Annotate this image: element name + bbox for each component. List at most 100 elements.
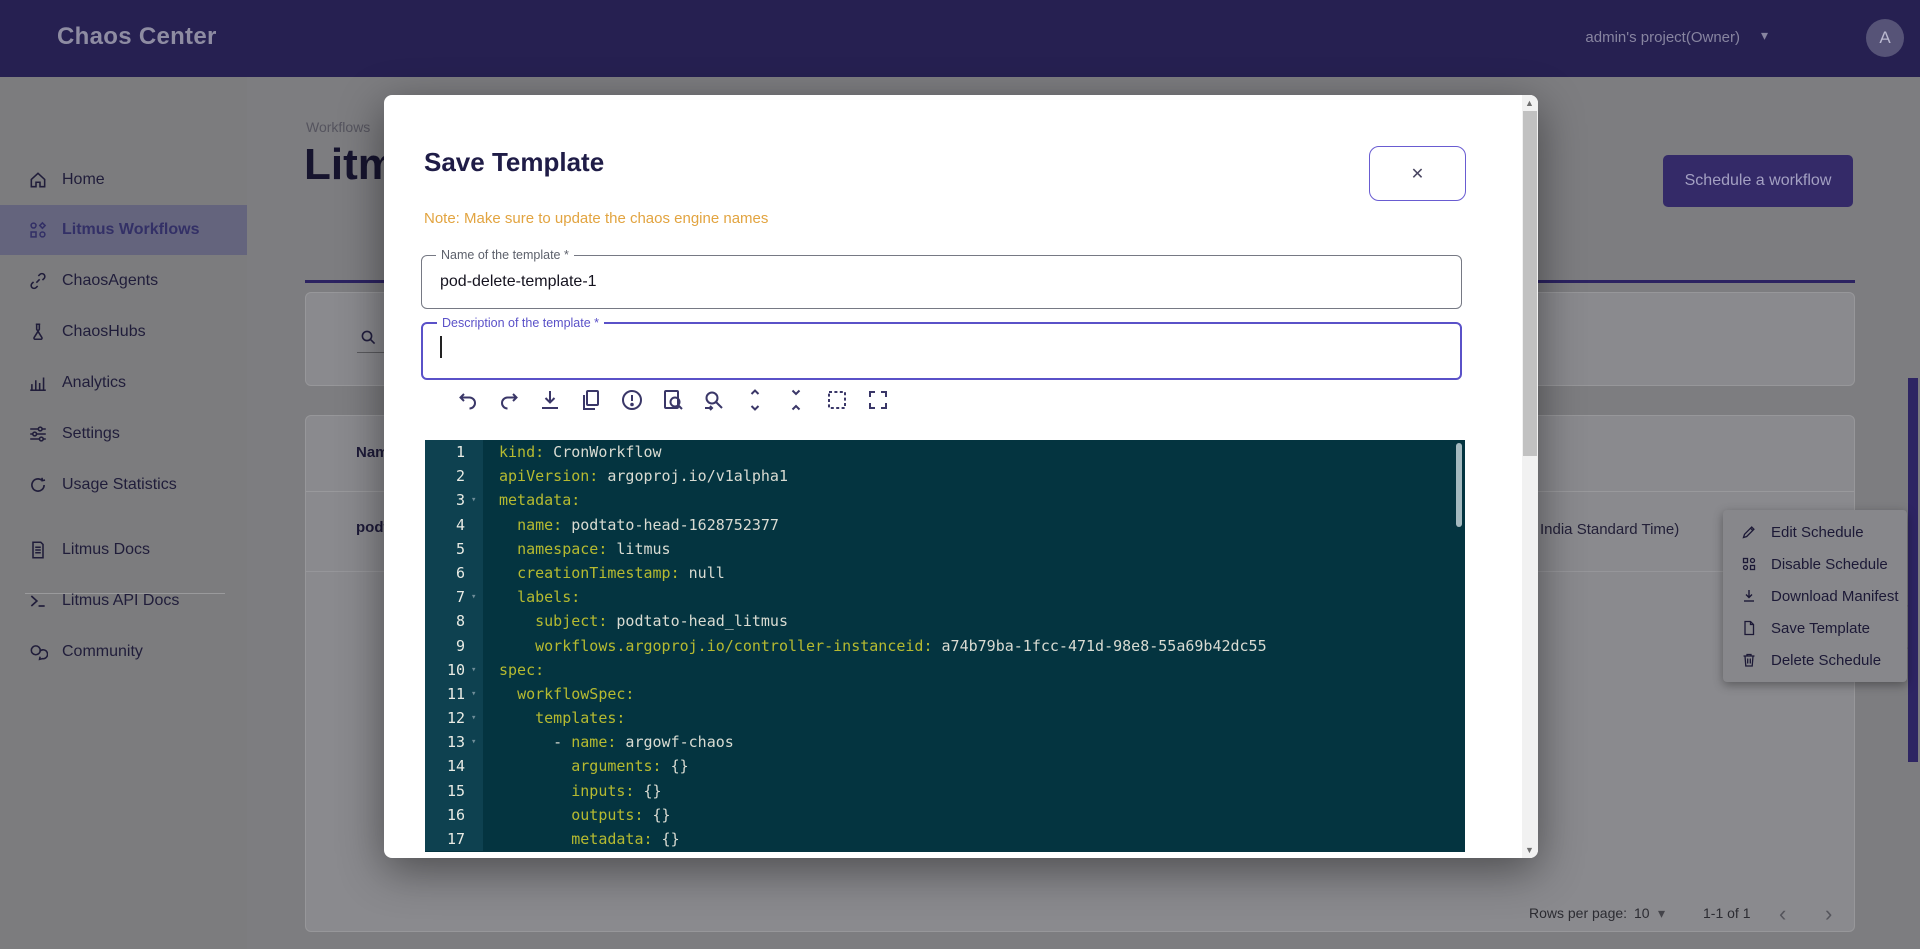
download-icon[interactable] — [538, 388, 562, 412]
avatar[interactable]: A — [1866, 19, 1904, 57]
find-icon[interactable] — [661, 388, 685, 412]
fold-caret-icon[interactable]: ▾ — [471, 706, 483, 730]
chevron-down-icon[interactable]: ▾ — [1761, 27, 1768, 44]
fullscreen-icon[interactable] — [866, 388, 890, 412]
sidebar-item-analytics[interactable]: Analytics — [0, 358, 247, 408]
menu-item-download-manifest[interactable]: Download Manifest — [1723, 580, 1907, 612]
undo-icon[interactable] — [456, 388, 480, 412]
menu-item-save-template[interactable]: Save Template — [1723, 612, 1907, 644]
gutter-spacer — [471, 754, 483, 778]
code-text: - name: argowf-chaos — [483, 730, 734, 754]
sidebar-item-settings[interactable]: Settings — [0, 409, 247, 459]
yaml-editor[interactable]: 1kind: CronWorkflow2apiVersion: argoproj… — [425, 440, 1465, 852]
copy-icon[interactable] — [579, 388, 603, 412]
sidebar-item-community[interactable]: Community — [0, 627, 247, 677]
gutter-spacer — [471, 634, 483, 658]
home-icon — [28, 170, 48, 190]
sidebar-item-usage-statistics[interactable]: Usage Statistics — [0, 460, 247, 510]
schedule-workflow-button[interactable]: Schedule a workflow — [1663, 155, 1853, 207]
terminal-icon — [28, 591, 48, 611]
template-description-label: Description of the template * — [437, 316, 604, 330]
template-description-field[interactable]: Description of the template * — [421, 322, 1462, 380]
chaos-center-app: Chaos Center admin's project(Owner) ▾ A … — [0, 0, 1920, 949]
code-text: namespace: litmus — [483, 537, 671, 561]
gutter-spacer — [471, 779, 483, 803]
redo-icon[interactable] — [497, 388, 521, 412]
sidebar-item-litmus-api-docs[interactable]: Litmus API Docs — [0, 576, 247, 626]
sidebar-item-label: ChaosAgents — [62, 272, 158, 290]
replace-icon[interactable] — [702, 388, 726, 412]
sidebar-item-label: Settings — [62, 425, 120, 443]
chart-icon — [28, 373, 48, 393]
pencil-icon — [1741, 524, 1757, 540]
code-line: 13▾ - name: argowf-chaos — [425, 730, 1465, 754]
yaml-editor-lines: 1kind: CronWorkflow2apiVersion: argoproj… — [425, 440, 1465, 851]
error-info-icon[interactable] — [620, 388, 644, 412]
gutter-spacer — [471, 827, 483, 851]
fold-icon[interactable] — [784, 388, 808, 412]
menu-item-edit-schedule[interactable]: Edit Schedule — [1723, 516, 1907, 548]
code-line: 17 metadata: {} — [425, 827, 1465, 851]
sidebar-item-label: Litmus Docs — [62, 541, 150, 559]
line-number: 4 — [425, 513, 471, 537]
fold-caret-icon[interactable]: ▾ — [471, 585, 483, 609]
scroll-up-icon[interactable]: ▲ — [1525, 98, 1534, 108]
line-number: 11 — [425, 682, 471, 706]
breadcrumb[interactable]: Workflows — [306, 119, 370, 135]
line-number: 6 — [425, 561, 471, 585]
project-selector[interactable]: admin's project(Owner) — [1585, 29, 1740, 46]
gutter-spacer — [471, 803, 483, 827]
sidebar-item-chaoshubs[interactable]: ChaosHubs — [0, 307, 247, 357]
previous-page-button[interactable]: ‹ — [1779, 901, 1786, 927]
page-scrollbar-thumb[interactable] — [1908, 378, 1918, 762]
code-text: subject: podtato-head_litmus — [483, 609, 788, 633]
line-number: 5 — [425, 537, 471, 561]
rows-per-page-select[interactable]: 10 — [1634, 905, 1650, 921]
code-text: workflows.argoproj.io/controller-instanc… — [483, 634, 1267, 658]
code-line: 3▾metadata: — [425, 488, 1465, 512]
chevron-down-icon[interactable]: ▾ — [1658, 905, 1665, 922]
sidebar-item-label: Community — [62, 643, 143, 661]
menu-item-delete-schedule[interactable]: Delete Schedule — [1723, 644, 1907, 676]
workflows-icon — [28, 220, 48, 240]
code-text: metadata: — [483, 488, 580, 512]
pagination-range: 1-1 of 1 — [1703, 905, 1750, 921]
fold-caret-icon[interactable]: ▾ — [471, 730, 483, 754]
sidebar-item-chaosagents[interactable]: ChaosAgents — [0, 256, 247, 306]
code-text: workflowSpec: — [483, 682, 634, 706]
fold-caret-icon[interactable]: ▾ — [471, 488, 483, 512]
unfold-icon[interactable] — [743, 388, 767, 412]
sidebar-item-litmus-workflows[interactable]: Litmus Workflows — [0, 205, 247, 255]
code-line: 6 creationTimestamp: null — [425, 561, 1465, 585]
fold-caret-icon[interactable]: ▾ — [471, 658, 483, 682]
next-page-button[interactable]: › — [1825, 901, 1832, 927]
line-number: 9 — [425, 634, 471, 658]
line-number: 1 — [425, 440, 471, 464]
refresh-circle-icon — [28, 475, 48, 495]
save-template-modal: Save Template ✕ Note: Make sure to updat… — [384, 95, 1538, 858]
line-number: 17 — [425, 827, 471, 851]
code-text: outputs: {} — [483, 803, 671, 827]
sidebar: Home Litmus Workflows ChaosAgents ChaosH… — [0, 77, 247, 949]
modal-title: Save Template — [424, 147, 604, 178]
line-number: 13 — [425, 730, 471, 754]
schedule-options-menu: Edit Schedule Disable Schedule Download … — [1723, 510, 1907, 682]
scroll-down-icon[interactable]: ▼ — [1525, 845, 1534, 855]
modal-scrollbar-thumb[interactable] — [1523, 111, 1537, 456]
search-icon[interactable] — [359, 328, 377, 346]
sidebar-item-home[interactable]: Home — [0, 155, 247, 205]
menu-item-label: Delete Schedule — [1771, 652, 1881, 669]
modal-scrollbar[interactable]: ▲ ▼ — [1522, 95, 1538, 858]
sidebar-item-label: Analytics — [62, 374, 126, 392]
page-title: Litm — [304, 140, 397, 190]
template-name-field[interactable]: Name of the template * pod-delete-templa… — [421, 255, 1462, 309]
close-button[interactable]: ✕ — [1369, 146, 1466, 201]
fold-caret-icon[interactable]: ▾ — [471, 682, 483, 706]
editor-scrollbar-thumb[interactable] — [1456, 443, 1462, 527]
code-text: name: podtato-head-1628752377 — [483, 513, 779, 537]
menu-item-disable-schedule[interactable]: Disable Schedule — [1723, 548, 1907, 580]
sidebar-item-litmus-docs[interactable]: Litmus Docs — [0, 525, 247, 575]
code-text: labels: — [483, 585, 580, 609]
code-line: 2apiVersion: argoproj.io/v1alpha1 — [425, 464, 1465, 488]
select-all-icon[interactable] — [825, 388, 849, 412]
